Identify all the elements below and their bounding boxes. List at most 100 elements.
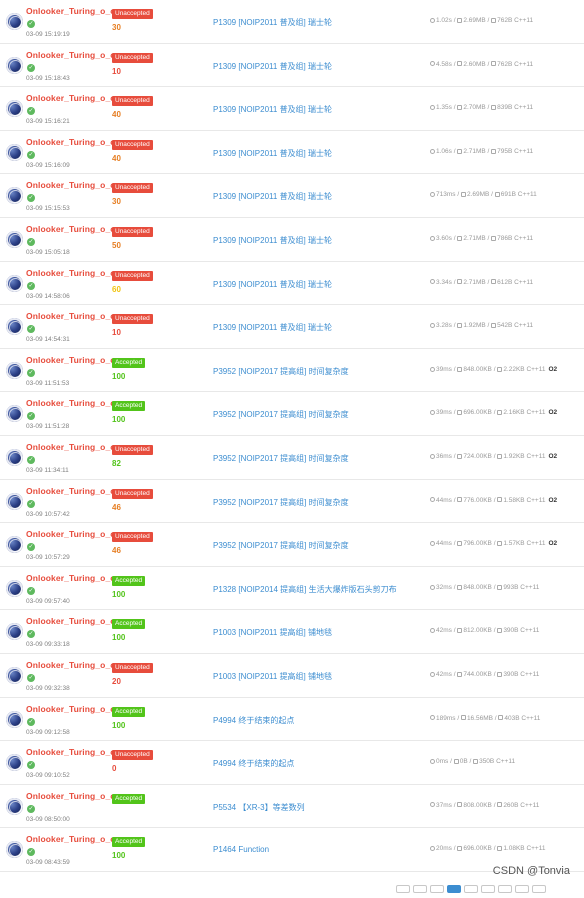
status-badge[interactable]: Unaccepted (112, 444, 153, 455)
record-row[interactable]: Onlooker_Turing_o_o ✓ 03-09 08:50:00 Acc… (0, 784, 584, 829)
avatar[interactable] (6, 187, 23, 205)
status-badge[interactable]: Unaccepted (112, 52, 153, 63)
username-link[interactable]: Onlooker_Turing_o_o (26, 834, 116, 844)
problem-link[interactable]: P1309 [NOIP2011 普及组] 瑞士轮 (213, 279, 332, 290)
record-row[interactable]: Onlooker_Turing_o_o ✓ 03-09 09:10:52 Una… (0, 741, 584, 785)
problem-link[interactable]: P1309 [NOIP2011 普及组] 瑞士轮 (213, 17, 332, 28)
record-row[interactable]: Onlooker_Turing_o_o ✓ 03-09 10:57:29 Una… (0, 523, 584, 567)
status-badge[interactable]: Unaccepted (112, 96, 153, 107)
avatar[interactable] (6, 361, 23, 379)
problem-link[interactable]: P3952 [NOIP2017 提高组] 时间复杂度 (213, 453, 349, 464)
status-badge[interactable]: Unaccepted (112, 488, 153, 499)
record-row[interactable]: Onlooker_Turing_o_o ✓ 03-09 15:18:43 Una… (0, 43, 584, 88)
avatar[interactable] (6, 405, 23, 423)
record-row[interactable]: Onlooker_Turing_o_o ✓ 03-09 09:12:58 Acc… (0, 697, 584, 742)
record-row[interactable]: Onlooker_Turing_o_o ✓ 03-09 11:34:11 Una… (0, 435, 584, 480)
status-badge[interactable]: Accepted (112, 793, 146, 804)
record-row[interactable]: Onlooker_Turing_o_o ✓ 03-09 15:05:18 Una… (0, 217, 584, 262)
record-row[interactable]: Onlooker_Turing_o_o ✓ 03-09 15:15:53 Una… (0, 174, 584, 218)
page-button[interactable] (464, 885, 478, 893)
status-badge[interactable]: Unaccepted (112, 9, 153, 19)
record-row[interactable]: Onlooker_Turing_o_o ✓ 03-09 15:16:09 Una… (0, 130, 584, 175)
avatar[interactable] (6, 754, 23, 772)
username-link[interactable]: Onlooker_Turing_o_o (26, 791, 116, 801)
problem-link[interactable]: P1309 [NOIP2011 普及组] 瑞士轮 (213, 104, 332, 115)
record-row[interactable]: Onlooker_Turing_o_o ✓ 03-09 09:57:40 Acc… (0, 566, 584, 611)
username-link[interactable]: Onlooker_Turing_o_o (26, 224, 116, 234)
status-badge[interactable]: Unaccepted (112, 314, 153, 325)
avatar[interactable] (6, 536, 23, 554)
problem-link[interactable]: P1309 [NOIP2011 普及组] 瑞士轮 (213, 148, 332, 159)
username-link[interactable]: Onlooker_Turing_o_o (26, 355, 116, 365)
status-badge[interactable]: Accepted (112, 357, 146, 368)
avatar[interactable] (6, 492, 23, 510)
avatar[interactable] (6, 230, 23, 248)
avatar[interactable] (6, 143, 23, 161)
record-row[interactable]: Onlooker_Turing_o_o ✓ 03-09 15:19:19 Una… (0, 0, 584, 44)
avatar[interactable] (6, 100, 23, 118)
record-row[interactable]: Onlooker_Turing_o_o ✓ 03-09 14:54:31 Una… (0, 305, 584, 349)
avatar[interactable] (6, 448, 23, 466)
username-link[interactable]: Onlooker_Turing_o_o (26, 529, 116, 539)
problem-link[interactable]: P1309 [NOIP2011 普及组] 瑞士轮 (213, 191, 332, 202)
username-link[interactable]: Onlooker_Turing_o_o (26, 442, 116, 452)
page-button[interactable] (515, 885, 529, 893)
avatar[interactable] (6, 579, 23, 597)
status-badge[interactable]: Unaccepted (112, 139, 153, 150)
avatar[interactable] (6, 841, 23, 859)
problem-link[interactable]: P5534 【XR-3】等差数列 (213, 802, 305, 813)
problem-link[interactable]: P1464 Function (213, 845, 269, 854)
status-badge[interactable]: Unaccepted (112, 750, 153, 761)
avatar[interactable] (6, 666, 23, 684)
avatar[interactable] (6, 797, 23, 815)
page-button[interactable] (430, 885, 444, 893)
problem-link[interactable]: P4994 终于结束的起点 (213, 758, 294, 769)
username-link[interactable]: Onlooker_Turing_o_o (26, 704, 116, 714)
status-badge[interactable]: Accepted (112, 401, 146, 412)
avatar[interactable] (6, 710, 23, 728)
record-row[interactable]: Onlooker_Turing_o_o ✓ 03-09 14:58:06 Una… (0, 261, 584, 306)
record-row[interactable]: Onlooker_Turing_o_o ✓ 03-09 11:51:28 Acc… (0, 392, 584, 436)
avatar[interactable] (6, 56, 23, 74)
pagination[interactable] (396, 880, 549, 893)
username-link[interactable]: Onlooker_Turing_o_o (26, 137, 116, 147)
problem-link[interactable]: P3952 [NOIP2017 提高组] 时间复杂度 (213, 366, 349, 377)
page-button[interactable] (498, 885, 512, 893)
status-badge[interactable]: Accepted (112, 706, 146, 717)
record-row[interactable]: Onlooker_Turing_o_o ✓ 03-09 09:33:18 Acc… (0, 610, 584, 654)
problem-link[interactable]: P1309 [NOIP2011 普及组] 瑞士轮 (213, 61, 332, 72)
avatar[interactable] (6, 274, 23, 292)
username-link[interactable]: Onlooker_Turing_o_o (26, 180, 116, 190)
username-link[interactable]: Onlooker_Turing_o_o (26, 6, 116, 16)
username-link[interactable]: Onlooker_Turing_o_o (26, 50, 116, 60)
status-badge[interactable]: Accepted (112, 619, 146, 630)
status-badge[interactable]: Accepted (112, 837, 146, 848)
problem-link[interactable]: P1003 [NOIP2011 提高组] 铺地毯 (213, 627, 332, 638)
avatar[interactable] (6, 13, 23, 30)
problem-link[interactable]: P1003 [NOIP2011 提高组] 铺地毯 (213, 671, 332, 682)
username-link[interactable]: Onlooker_Turing_o_o (26, 486, 116, 496)
status-badge[interactable]: Accepted (112, 575, 146, 586)
page-button[interactable] (481, 885, 495, 893)
avatar[interactable] (6, 318, 23, 336)
problem-link[interactable]: P4994 终于结束的起点 (213, 715, 294, 726)
status-badge[interactable]: Unaccepted (112, 662, 153, 673)
username-link[interactable]: Onlooker_Turing_o_o (26, 573, 116, 583)
problem-link[interactable]: P1309 [NOIP2011 普及组] 瑞士轮 (213, 235, 332, 246)
problem-link[interactable]: P3952 [NOIP2017 提高组] 时间复杂度 (213, 497, 349, 508)
username-link[interactable]: Onlooker_Turing_o_o (26, 747, 116, 757)
status-badge[interactable]: Unaccepted (112, 183, 153, 194)
page-button[interactable] (396, 885, 410, 893)
username-link[interactable]: Onlooker_Turing_o_o (26, 93, 116, 103)
status-badge[interactable]: Unaccepted (112, 226, 153, 237)
status-badge[interactable]: Unaccepted (112, 270, 153, 281)
page-button[interactable] (413, 885, 427, 893)
username-link[interactable]: Onlooker_Turing_o_o (26, 311, 116, 321)
record-row[interactable]: Onlooker_Turing_o_o ✓ 03-09 09:32:38 Una… (0, 653, 584, 698)
problem-link[interactable]: P3952 [NOIP2017 提高组] 时间复杂度 (213, 540, 349, 551)
avatar[interactable] (6, 623, 23, 641)
problem-link[interactable]: P1328 [NOIP2014 提高组] 生活大爆炸版石头剪刀布 (213, 584, 397, 595)
username-link[interactable]: Onlooker_Turing_o_o (26, 398, 116, 408)
status-badge[interactable]: Unaccepted (112, 532, 153, 543)
username-link[interactable]: Onlooker_Turing_o_o (26, 616, 116, 626)
